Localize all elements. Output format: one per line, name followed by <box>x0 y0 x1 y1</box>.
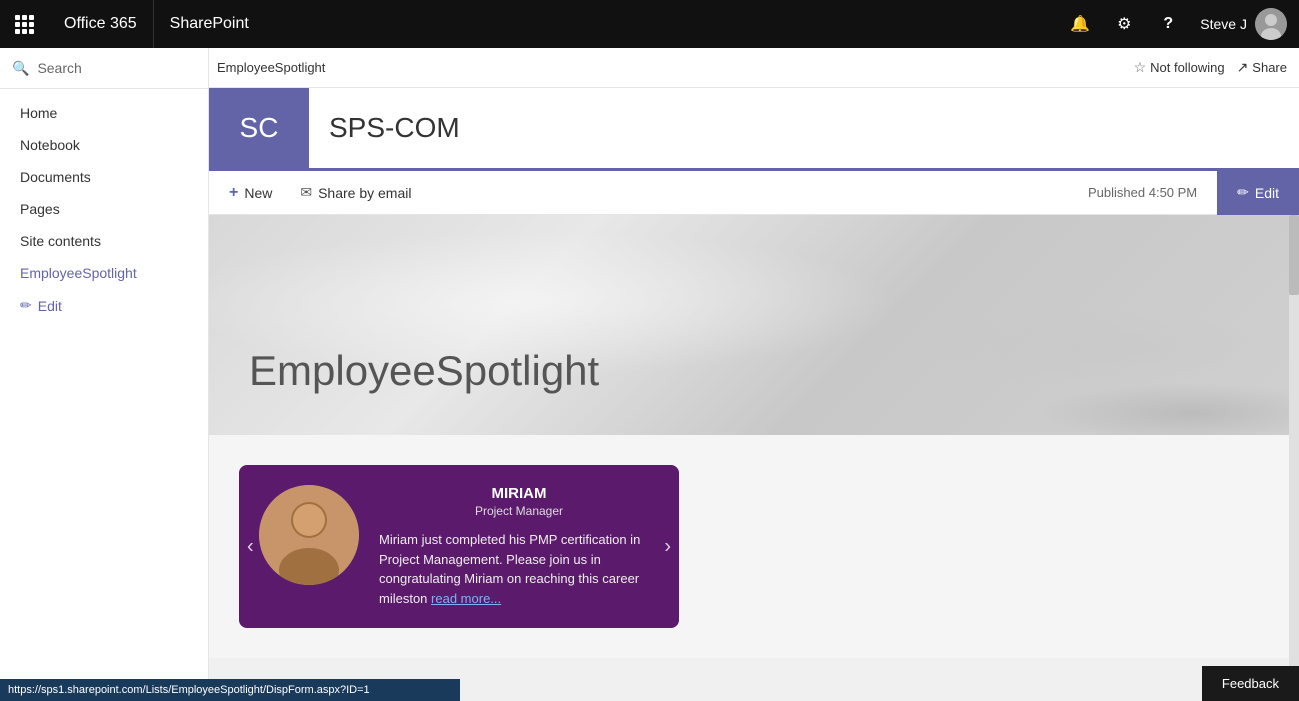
breadcrumb-bar: EmployeeSpotlight ☆ Not following ↗ Shar… <box>209 48 1299 88</box>
edit-button[interactable]: ✏ Edit <box>1217 171 1299 215</box>
status-bar: https://sps1.sharepoint.com/Lists/Employ… <box>0 679 460 701</box>
edit-label: Edit <box>1255 185 1279 201</box>
sidebar-nav: Home Notebook Documents Pages Site conte… <box>0 89 208 701</box>
scrollbar-thumb[interactable] <box>1289 215 1299 295</box>
employee-title: Project Manager <box>379 504 659 518</box>
sidebar-search-button[interactable]: 🔍 Search <box>0 48 208 89</box>
site-title-area: SPS-COM <box>309 88 480 168</box>
sidebar-item-employee-spotlight[interactable]: EmployeeSpotlight <box>0 257 208 289</box>
sidebar-item-pages[interactable]: Pages <box>0 193 208 225</box>
toolbar-left: + New ✉ Share by email <box>209 178 423 208</box>
site-title: SPS-COM <box>329 112 460 144</box>
settings-button[interactable]: ⚙ <box>1104 0 1144 48</box>
feedback-label: Feedback <box>1222 676 1279 691</box>
share-label: Share <box>1252 60 1287 75</box>
hero-banner: EmployeeSpotlight <box>209 215 1299 435</box>
topbar-icons-group: 🔔 ⚙ ? <box>1060 0 1188 48</box>
sharepoint-title[interactable]: SharePoint <box>154 15 1061 33</box>
published-text: Published 4:50 PM <box>1088 185 1209 200</box>
email-icon: ✉ <box>300 184 312 201</box>
status-url: https://sps1.sharepoint.com/Lists/Employ… <box>8 684 370 696</box>
help-button[interactable]: ? <box>1148 0 1188 48</box>
employee-description: Miriam just completed his PMP certificat… <box>379 530 659 608</box>
help-icon: ? <box>1163 15 1173 33</box>
sidebar-item-documents[interactable]: Documents <box>0 161 208 193</box>
breadcrumb-actions: ☆ Not following ↗ Share <box>1134 59 1287 76</box>
share-icon: ↗ <box>1237 59 1249 76</box>
sidebar-edit-label: Edit <box>38 298 62 314</box>
username-label: Steve J <box>1200 16 1247 32</box>
not-following-button[interactable]: ☆ Not following <box>1134 59 1225 76</box>
feedback-button[interactable]: Feedback <box>1202 666 1299 701</box>
share-by-email-label: Share by email <box>318 185 411 201</box>
waffle-icon <box>15 15 34 34</box>
toolbar-right: Published 4:50 PM ✏ Edit <box>1088 171 1299 215</box>
site-logo-text: SC <box>240 112 279 144</box>
gear-icon: ⚙ <box>1117 14 1131 34</box>
new-button[interactable]: + New <box>217 178 284 208</box>
search-icon: 🔍 <box>12 60 29 77</box>
not-following-label: Not following <box>1150 60 1224 75</box>
avatar <box>1255 8 1287 40</box>
new-label: New <box>244 185 272 201</box>
top-navigation-bar: Office 365 SharePoint 🔔 ⚙ ? Steve J <box>0 0 1299 48</box>
read-more-link[interactable]: read more... <box>431 591 501 606</box>
share-by-email-button[interactable]: ✉ Share by email <box>288 178 423 207</box>
plus-icon: + <box>229 184 238 202</box>
card-prev-button[interactable]: ‹ <box>247 535 254 558</box>
share-button[interactable]: ↗ Share <box>1237 59 1287 76</box>
employee-name: MIRIAM <box>379 485 659 502</box>
sidebar-edit-link[interactable]: ✏ Edit <box>0 289 208 322</box>
employee-avatar <box>259 485 359 585</box>
office365-title[interactable]: Office 365 <box>48 0 154 48</box>
sidebar-item-site-contents[interactable]: Site contents <box>0 225 208 257</box>
site-logo: SC <box>209 88 309 168</box>
bell-icon: 🔔 <box>1070 14 1090 34</box>
waffle-menu-button[interactable] <box>0 0 48 48</box>
card-section: ‹ MIRIAM Project Manager <box>209 435 1299 658</box>
scrollbar-track[interactable] <box>1289 215 1299 701</box>
sidebar: 🔍 Search Home Notebook Documents Pages S… <box>0 48 209 701</box>
breadcrumb: EmployeeSpotlight <box>217 60 325 75</box>
star-icon: ☆ <box>1134 59 1147 76</box>
employee-card: ‹ MIRIAM Project Manager <box>239 465 679 628</box>
site-header: SC SPS-COM <box>209 88 1299 171</box>
page-toolbar: + New ✉ Share by email Published 4:50 PM… <box>209 171 1299 215</box>
notifications-button[interactable]: 🔔 <box>1060 0 1100 48</box>
sidebar-item-home[interactable]: Home <box>0 97 208 129</box>
sidebar-item-notebook[interactable]: Notebook <box>0 129 208 161</box>
card-content: MIRIAM Project Manager Miriam just compl… <box>379 485 659 608</box>
main-layout: 🔍 Search Home Notebook Documents Pages S… <box>0 48 1299 701</box>
sharepoint-label: SharePoint <box>170 15 249 32</box>
card-next-button[interactable]: › <box>664 535 671 558</box>
search-label: Search <box>37 60 81 76</box>
office365-label: Office 365 <box>64 15 137 33</box>
content-area: EmployeeSpotlight ☆ Not following ↗ Shar… <box>209 48 1299 701</box>
hero-title: EmployeeSpotlight <box>249 347 599 395</box>
pencil-icon: ✏ <box>20 297 32 314</box>
user-profile-button[interactable]: Steve J <box>1188 8 1299 40</box>
edit-pencil-icon: ✏ <box>1237 184 1249 201</box>
page-content: EmployeeSpotlight ‹ <box>209 215 1299 701</box>
